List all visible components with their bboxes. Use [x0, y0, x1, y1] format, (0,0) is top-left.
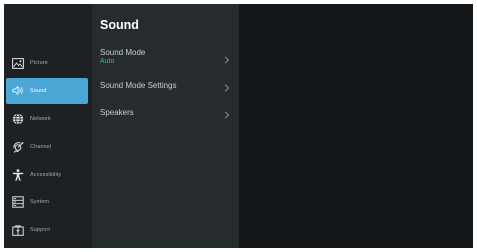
content-area: [239, 4, 473, 248]
sidebar-item-picture[interactable]: Picture: [4, 50, 92, 76]
sidebar-item-network[interactable]: Network: [4, 106, 92, 132]
sidebar-item-label: Picture: [30, 60, 48, 66]
sidebar-item-support[interactable]: Support: [4, 217, 92, 243]
speakers-item[interactable]: Speakers: [100, 108, 232, 122]
sound-icon: [12, 85, 24, 97]
sidebar-nav: Picture Sound Network Channel Accessibil…: [4, 50, 92, 245]
menu-item-label: Speakers: [100, 108, 134, 117]
picture-icon: [12, 57, 24, 69]
sound-mode-item[interactable]: Sound Mode Auto: [100, 48, 232, 72]
sidebar-item-label: Support: [30, 227, 50, 234]
sound-mode-settings-item[interactable]: Sound Mode Settings: [100, 81, 232, 95]
menu-item-label: Sound Mode: [100, 48, 146, 57]
tv-screen: Picture Sound Network Channel Accessibil…: [4, 4, 473, 248]
sound-settings-panel: Sound Sound Mode Auto Sound Mode Setting…: [92, 4, 239, 248]
sidebar-item-label: System: [30, 199, 49, 206]
page-title: Sound: [100, 18, 139, 32]
sidebar-item-sound[interactable]: Sound: [6, 77, 88, 104]
sidebar-item-system[interactable]: System: [4, 189, 92, 215]
system-icon: [12, 196, 24, 209]
menu-item-value: Auto: [100, 58, 115, 65]
sidebar-item-accessibility[interactable]: Accessibility: [4, 162, 92, 188]
accessibility-icon: [12, 168, 24, 181]
sidebar-item-label: Sound: [30, 87, 47, 94]
settings-sidebar: Picture Sound Network Channel Accessibil…: [4, 4, 92, 248]
network-icon: [12, 113, 24, 125]
sidebar-item-label: Channel: [30, 143, 52, 150]
support-icon: [12, 224, 24, 237]
menu-item-label: Sound Mode Settings: [100, 81, 177, 90]
sidebar-item-label: Accessibility: [30, 171, 62, 178]
sidebar-item-label: Network: [30, 115, 51, 122]
sidebar-item-channel[interactable]: Channel: [4, 134, 92, 160]
channel-icon: [12, 141, 24, 153]
